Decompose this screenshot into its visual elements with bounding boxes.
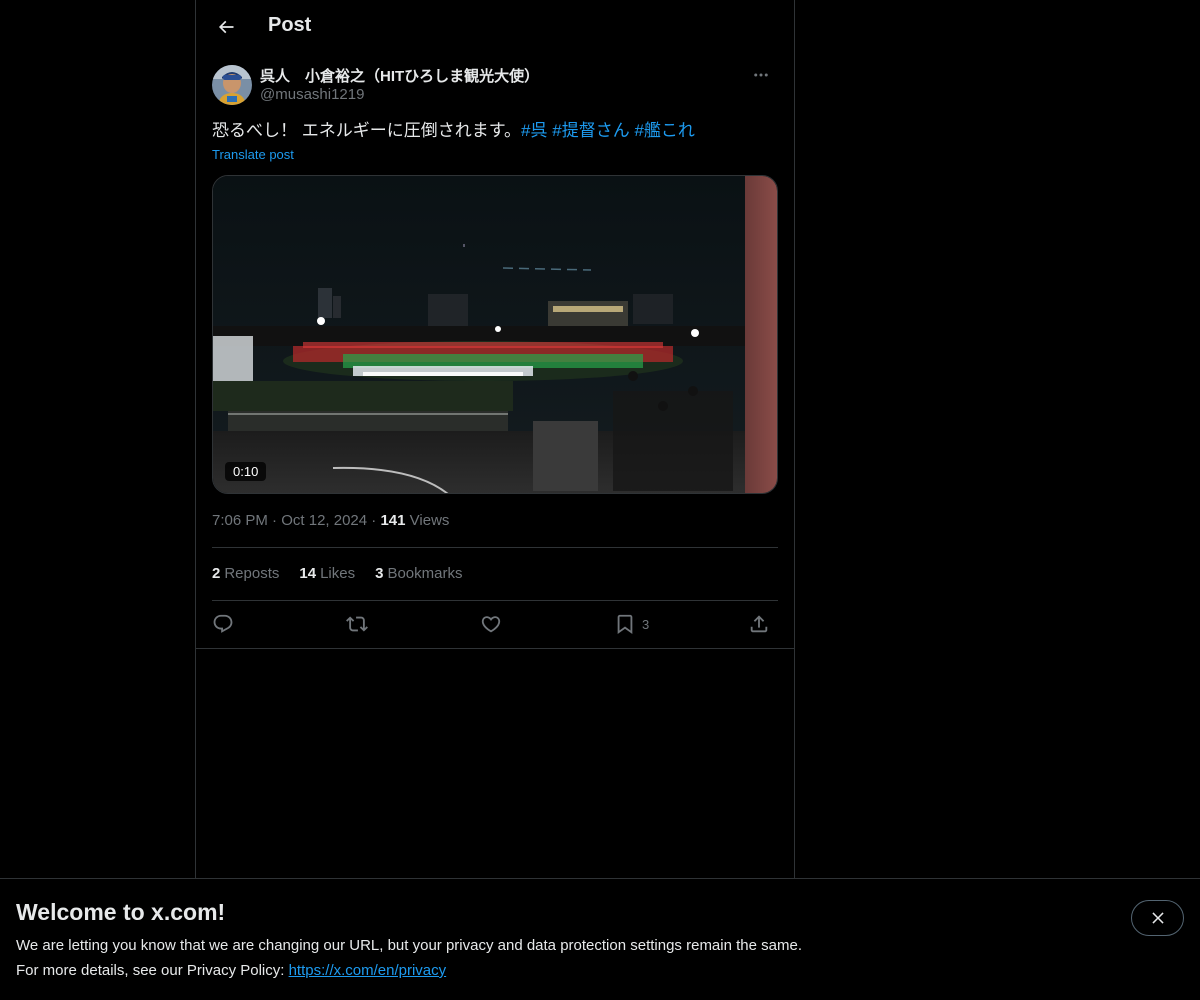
bookmark-count: 3	[642, 616, 650, 632]
post-text: 恐るべし！ エネルギーに圧倒されます。#呉 #提督さん #艦これ	[212, 119, 778, 143]
reposts-count: 2	[212, 565, 221, 582]
video-thumbnail	[213, 176, 777, 493]
close-banner-button[interactable]	[1131, 900, 1184, 936]
repost-icon	[346, 616, 368, 632]
translate-post-link[interactable]: Translate post	[212, 147, 294, 162]
post-meta: 7:06 PM · Oct 12, 2024 · 141 Views	[212, 512, 449, 529]
post-body: 恐るべし！ エネルギーに圧倒されます。	[212, 121, 522, 140]
bookmark-button[interactable]: 3	[614, 608, 649, 640]
hashtag-kancolle[interactable]: #艦これ	[634, 121, 694, 140]
banner-title: Welcome to x.com!	[16, 899, 226, 925]
repost-button[interactable]	[346, 608, 368, 640]
reposts-label: Reposts	[224, 565, 280, 582]
back-button[interactable]	[208, 9, 244, 45]
post-time[interactable]: 7:06 PM	[212, 512, 268, 529]
bookmark-icon	[617, 614, 633, 635]
reposts-stat[interactable]: 2 Reposts	[212, 565, 279, 582]
author-name[interactable]: 呉人 小倉裕之（HITひろしま観光大使）	[260, 65, 539, 86]
likes-stat[interactable]: 14 Likes	[299, 565, 355, 582]
privacy-policy-link[interactable]: https://x.com/en/privacy	[289, 962, 447, 979]
engagement-stats: 2 Reposts 14 Likes 3 Bookmarks	[212, 565, 462, 582]
views-label: Views	[409, 512, 450, 529]
avatar[interactable]	[212, 65, 252, 105]
share-button[interactable]	[748, 608, 770, 640]
video-player[interactable]: 0:10	[212, 175, 778, 494]
share-icon	[750, 615, 768, 633]
post-author: 呉人 小倉裕之（HITひろしま観光大使） @musashi1219	[212, 64, 778, 108]
action-bar: 3	[212, 608, 778, 640]
divider	[196, 648, 794, 649]
more-icon	[754, 73, 768, 77]
page-title: Post	[268, 14, 312, 36]
reply-icon	[213, 614, 233, 633]
meta-separator: ·	[371, 512, 377, 529]
hashtag-kure[interactable]: #呉	[521, 121, 547, 140]
bookmarks-count: 3	[375, 565, 384, 582]
banner-message: We are letting you know that we are chan…	[16, 937, 802, 954]
banner-policy-text: For more details, see our Privacy Policy…	[16, 962, 289, 979]
more-button[interactable]	[744, 64, 778, 86]
video-duration: 0:10	[225, 462, 267, 481]
post-date[interactable]: Oct 12, 2024	[281, 512, 367, 529]
likes-label: Likes	[320, 565, 356, 582]
hashtag-teitoku[interactable]: #提督さん	[552, 121, 629, 140]
like-button[interactable]	[480, 608, 502, 640]
welcome-banner: Welcome to x.com! We are letting you kno…	[0, 878, 1200, 1000]
bookmarks-stat[interactable]: 3 Bookmarks	[375, 565, 462, 582]
likes-count: 14	[299, 565, 317, 582]
divider	[212, 547, 778, 548]
arrow-left-icon	[218, 20, 234, 34]
page-header: Post	[196, 0, 794, 54]
divider	[212, 600, 778, 601]
views-count: 141	[380, 512, 406, 529]
author-handle[interactable]: @musashi1219	[260, 86, 364, 103]
banner-policy-line: For more details, see our Privacy Policy…	[16, 962, 446, 979]
reply-button[interactable]	[212, 608, 234, 640]
meta-separator: ·	[272, 512, 278, 529]
close-icon	[1151, 912, 1164, 924]
bookmarks-label: Bookmarks	[387, 565, 463, 582]
main-column: Post 呉人 小倉裕之（HITひろしま観光大使） @musashi1219 恐…	[195, 0, 795, 880]
like-icon	[481, 616, 501, 633]
